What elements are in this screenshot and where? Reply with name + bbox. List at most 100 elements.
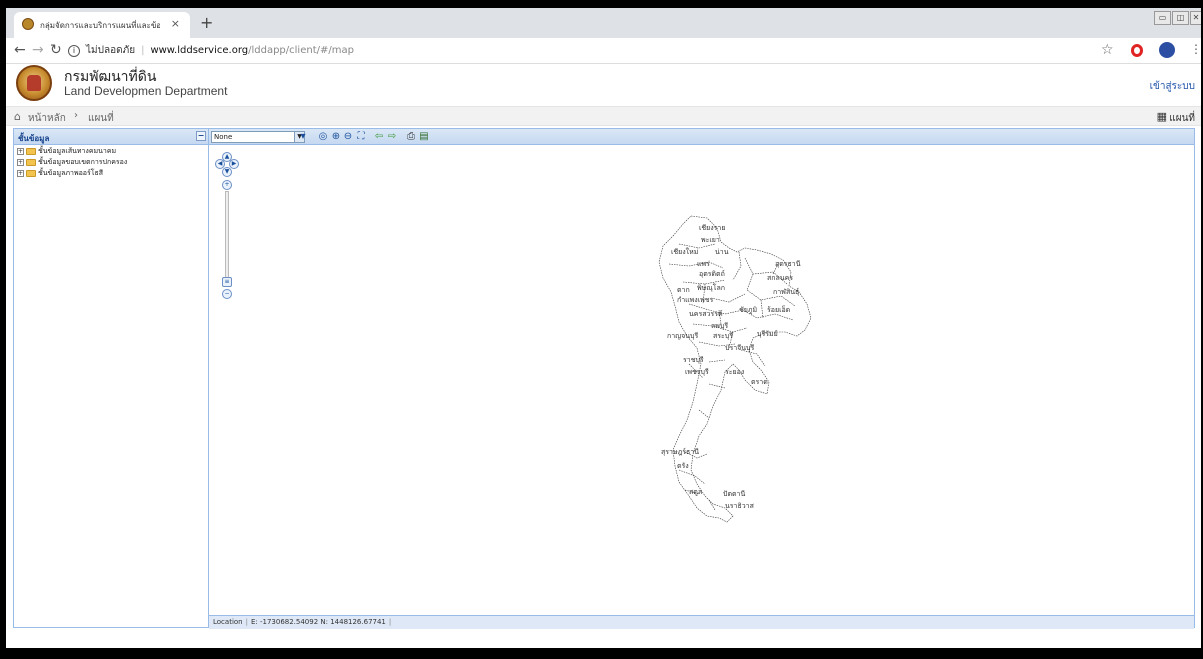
browser-tab[interactable]: กลุ่มจัดการและบริการแผนที่และข้อมูล × (14, 12, 190, 38)
site-title-english: Land Developmen Department (64, 84, 228, 98)
department-logo (16, 65, 52, 101)
info-icon[interactable]: i (68, 45, 80, 57)
province-label: บุรีรัมย์ (757, 330, 778, 338)
province-label: ลพบุรี (711, 322, 728, 330)
province-label: ตาก (677, 286, 690, 294)
status-divider: | (245, 618, 248, 626)
province-label: กาญจนบุรี (667, 332, 698, 340)
new-tab-button[interactable]: + (200, 13, 213, 32)
legend-icon[interactable]: ▤ (418, 131, 430, 143)
bookmark-star-icon[interactable]: ☆ (1101, 42, 1114, 58)
zoom-out-icon[interactable]: ⊖ (342, 131, 354, 143)
site-header: กรมพัฒนาที่ดิน Land Developmen Departmen… (6, 65, 1201, 106)
province-label: พะเยา (701, 236, 720, 244)
map-panel: None ▼ ▾ ◎ ⊕ ⊖ ⛶ ⇦ ⇨ ⎙ ▤ ▲ ◀ ▶ ▼ + ≡ − เ… (209, 128, 1195, 629)
zoom-in-icon[interactable]: ⊕ (330, 131, 342, 143)
expand-icon[interactable]: + (17, 158, 24, 166)
province-label: ราชบุรี (683, 356, 704, 364)
breadcrumb-current: แผนที่ (88, 113, 114, 124)
status-location-label: Location (213, 618, 243, 626)
tree-item-label: ชั้นข้อมูลภาพออร์โธสี (38, 169, 104, 177)
layers-panel-header: ชั้นข้อมูล − (14, 129, 208, 145)
login-link[interactable]: เข้าสู่ระบบ (1150, 79, 1195, 94)
province-label: อุตรดิตถ์ (699, 270, 725, 278)
minimize-window-icon[interactable]: ▭ (1154, 11, 1171, 25)
province-label: สระบุรี (713, 332, 733, 340)
forward-arrow-icon[interactable]: → (32, 42, 44, 58)
province-label: นครสวรรค์ (689, 310, 723, 318)
status-divider: | (388, 618, 392, 626)
province-labels: เชียงราย พะเยา เชียงใหม่ น่าน แพร่ อุตรด… (661, 224, 801, 510)
province-label: สุราษฎร์ธานี (661, 448, 699, 456)
zoom-plus-icon[interactable]: + (222, 180, 232, 190)
tab-title: กลุ่มจัดการและบริการแผนที่และข้อมูล (40, 21, 160, 30)
breadcrumb-separator: › (74, 110, 78, 121)
profile-avatar-icon[interactable] (1159, 42, 1175, 58)
province-label: แพร่ (697, 260, 710, 268)
tree-item-transport[interactable]: + ชั้นข้อมูลเส้นทางคมนาคม (17, 146, 208, 156)
layers-panel: ชั้นข้อมูล − + ชั้นข้อมูลเส้นทางคมนาคม + ช… (13, 128, 209, 628)
restore-window-icon[interactable]: ◫ (1172, 11, 1189, 25)
map-nav-link[interactable]: แผนที่ (1169, 111, 1195, 126)
tree-item-boundary[interactable]: + ชั้นข้อมูลขอบเขตการปกครอง (17, 157, 208, 167)
collapse-panel-icon[interactable]: − (196, 131, 206, 141)
home-icon[interactable]: ⌂ (14, 110, 21, 123)
province-label: พิษณุโลก (697, 283, 725, 292)
browser-window: กลุ่มจัดการและบริการแผนที่และข้อมูล × + … (6, 8, 1201, 648)
zoom-minus-icon[interactable]: − (222, 289, 232, 299)
province-label: ตราด (751, 378, 768, 386)
site-favicon-icon (22, 18, 34, 30)
province-label: กาฬสินธุ์ (773, 288, 799, 296)
map-toolbar: None ▼ ▾ ◎ ⊕ ⊖ ⛶ ⇦ ⇨ ⎙ ▤ (209, 129, 1194, 145)
tree-item-label: ชั้นข้อมูลขอบเขตการปกครอง (38, 158, 128, 166)
zoom-slider-handle[interactable]: ≡ (222, 277, 232, 287)
province-label: อุดรธานี (775, 260, 801, 268)
tree-item-label: ชั้นข้อมูลเส้นทางคมนาคม (38, 147, 117, 155)
map-status-bar: Location | E: -1730682.54092 N: 1448126.67… (209, 615, 1194, 629)
pan-down-icon[interactable]: ▼ (222, 167, 232, 177)
layers-panel-title: ชั้นข้อมูล (18, 134, 50, 143)
breadcrumb-home[interactable]: หน้าหลัก (28, 111, 66, 126)
province-label: เชียงราย (699, 224, 725, 232)
tab-close-icon[interactable]: × (171, 17, 180, 30)
security-label: ไม่ปลอดภัย (86, 45, 136, 56)
expand-icon[interactable]: + (17, 147, 24, 155)
province-label: เชียงใหม่ (671, 247, 698, 256)
close-window-icon[interactable]: ✕ (1190, 11, 1201, 25)
province-label: เพชรบุรี (685, 368, 709, 376)
dropdown-button-icon[interactable]: ▾ (297, 131, 309, 143)
province-label: ปราจีนบุรี (725, 344, 754, 352)
thailand-map[interactable]: เชียงราย พะเยา เชียงใหม่ น่าน แพร่ อุตรด… (649, 214, 829, 534)
browser-menu-icon[interactable]: ⋮ (1190, 42, 1201, 56)
status-coordinates: E: -1730682.54092 N: 1448126.67741 (250, 618, 386, 626)
expand-icon[interactable]: + (17, 169, 24, 177)
reload-icon[interactable]: ↻ (50, 42, 62, 58)
tab-strip: กลุ่มจัดการและบริการแผนที่และข้อมูล × + … (6, 8, 1201, 38)
map-icon: ▦ (1156, 110, 1167, 123)
province-label: กำแพงเพชร (677, 296, 713, 304)
province-label: นราธิวาส (725, 502, 755, 510)
full-extent-icon[interactable]: ◎ (317, 131, 329, 143)
back-arrow-icon[interactable]: ← (14, 42, 26, 58)
url-host: www.lddservice.org (150, 45, 249, 56)
tree-item-ortho[interactable]: + ชั้นข้อมูลภาพออร์โธสี (17, 168, 208, 178)
address-bar: ← → ↻ i ไม่ปลอดภัย | www.lddservice.org/ldd… (6, 38, 1201, 64)
zoom-slider[interactable] (225, 191, 229, 286)
layer-select[interactable]: None ▼ (211, 131, 305, 143)
folder-icon (26, 147, 36, 155)
url-field[interactable]: i ไม่ปลอดภัย | www.lddservice.org/lddapp/cl… (68, 42, 1108, 60)
url-separator: | (141, 45, 145, 56)
layer-select-value: None (214, 133, 233, 141)
zoom-box-icon[interactable]: ⛶ (355, 131, 367, 143)
province-label: ระยอง (725, 368, 744, 376)
province-label: ตรัง (677, 462, 689, 470)
print-icon[interactable]: ⎙ (405, 131, 417, 143)
province-label: ร้อยเอ็ด (767, 305, 790, 314)
previous-extent-icon[interactable]: ⇦ (373, 131, 385, 143)
province-label: สตูล (689, 488, 702, 496)
url-path: /lddapp/client/#/map (248, 45, 354, 56)
breadcrumb: ⌂ หน้าหลัก › แผนที่ ▦ แผนที่ (6, 106, 1201, 126)
next-extent-icon[interactable]: ⇨ (386, 131, 398, 143)
province-label: น่าน (715, 248, 729, 256)
opera-extension-icon[interactable] (1131, 44, 1143, 57)
